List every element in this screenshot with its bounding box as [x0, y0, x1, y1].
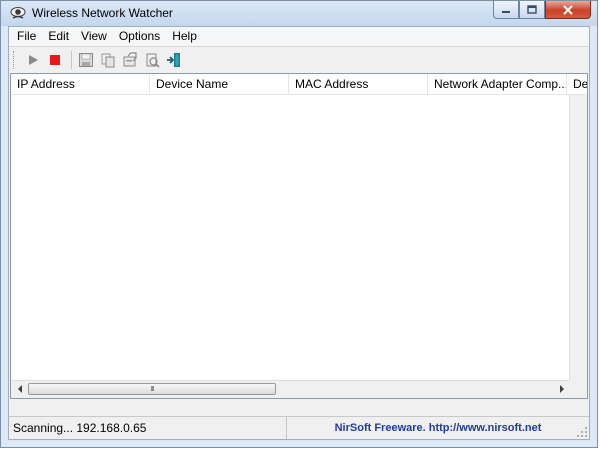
scroll-thumb[interactable]: III [28, 383, 276, 395]
save-icon [79, 53, 93, 67]
client-area: File Edit View Options Help IP Address D… [8, 26, 590, 440]
refresh-button[interactable] [142, 50, 162, 70]
column-header-device-information[interactable]: De [567, 74, 587, 94]
chevron-right-icon [559, 385, 564, 393]
scan-status-text: Scanning... 192.168.0.65 [9, 417, 287, 439]
device-list[interactable]: IP Address Device Name MAC Address Netwo… [10, 73, 588, 399]
scroll-left-button[interactable] [11, 381, 28, 397]
close-icon [563, 4, 573, 15]
start-scan-button[interactable] [23, 50, 43, 70]
horizontal-scrollbar[interactable]: III [11, 380, 570, 398]
close-button[interactable] [545, 1, 591, 19]
list-header: IP Address Device Name MAC Address Netwo… [11, 74, 587, 95]
list-body[interactable] [11, 95, 570, 381]
menu-edit[interactable]: Edit [42, 27, 75, 46]
menu-view[interactable]: View [75, 27, 113, 46]
menu-options[interactable]: Options [113, 27, 166, 46]
maximize-button[interactable] [519, 1, 545, 19]
properties-button[interactable] [120, 50, 140, 70]
scroll-right-button[interactable] [553, 381, 570, 397]
nirsoft-link[interactable]: NirSoft Freeware. http://www.nirsoft.net [287, 417, 589, 439]
resize-grip-icon[interactable] [576, 426, 588, 438]
stop-icon [50, 55, 60, 65]
column-header-mac-address[interactable]: MAC Address [289, 74, 428, 94]
maximize-icon [527, 5, 537, 14]
copy-button[interactable] [98, 50, 118, 70]
app-eye-icon [10, 7, 26, 19]
minimize-icon [502, 10, 510, 13]
column-header-network-adapter-company[interactable]: Network Adapter Comp... [428, 74, 567, 94]
chevron-left-icon [17, 385, 22, 393]
title-bar[interactable]: Wireless Network Watcher [1, 1, 597, 26]
menu-file[interactable]: File [9, 27, 42, 46]
toolbar-separator [71, 51, 72, 69]
app-window: Wireless Network Watcher File Edit View … [0, 0, 598, 448]
toolbar-grip[interactable] [13, 51, 17, 69]
menu-bar: File Edit View Options Help [9, 27, 589, 46]
refresh-icon [146, 53, 160, 68]
vertical-scrollbar[interactable] [569, 95, 587, 381]
exit-icon [167, 53, 180, 67]
column-header-device-name[interactable]: Device Name [150, 74, 289, 94]
copy-icon [101, 53, 115, 68]
window-title: Wireless Network Watcher [32, 6, 173, 20]
play-icon [29, 55, 38, 65]
status-bar: Scanning... 192.168.0.65 NirSoft Freewar… [9, 416, 589, 439]
toolbar [9, 46, 589, 73]
save-button[interactable] [76, 50, 96, 70]
menu-help[interactable]: Help [166, 27, 203, 46]
minimize-button[interactable] [493, 1, 519, 19]
properties-icon [123, 52, 137, 67]
exit-button[interactable] [164, 50, 184, 70]
stop-scan-button[interactable] [45, 50, 65, 70]
scroll-corner [570, 381, 587, 398]
column-header-ip-address[interactable]: IP Address [11, 74, 150, 94]
